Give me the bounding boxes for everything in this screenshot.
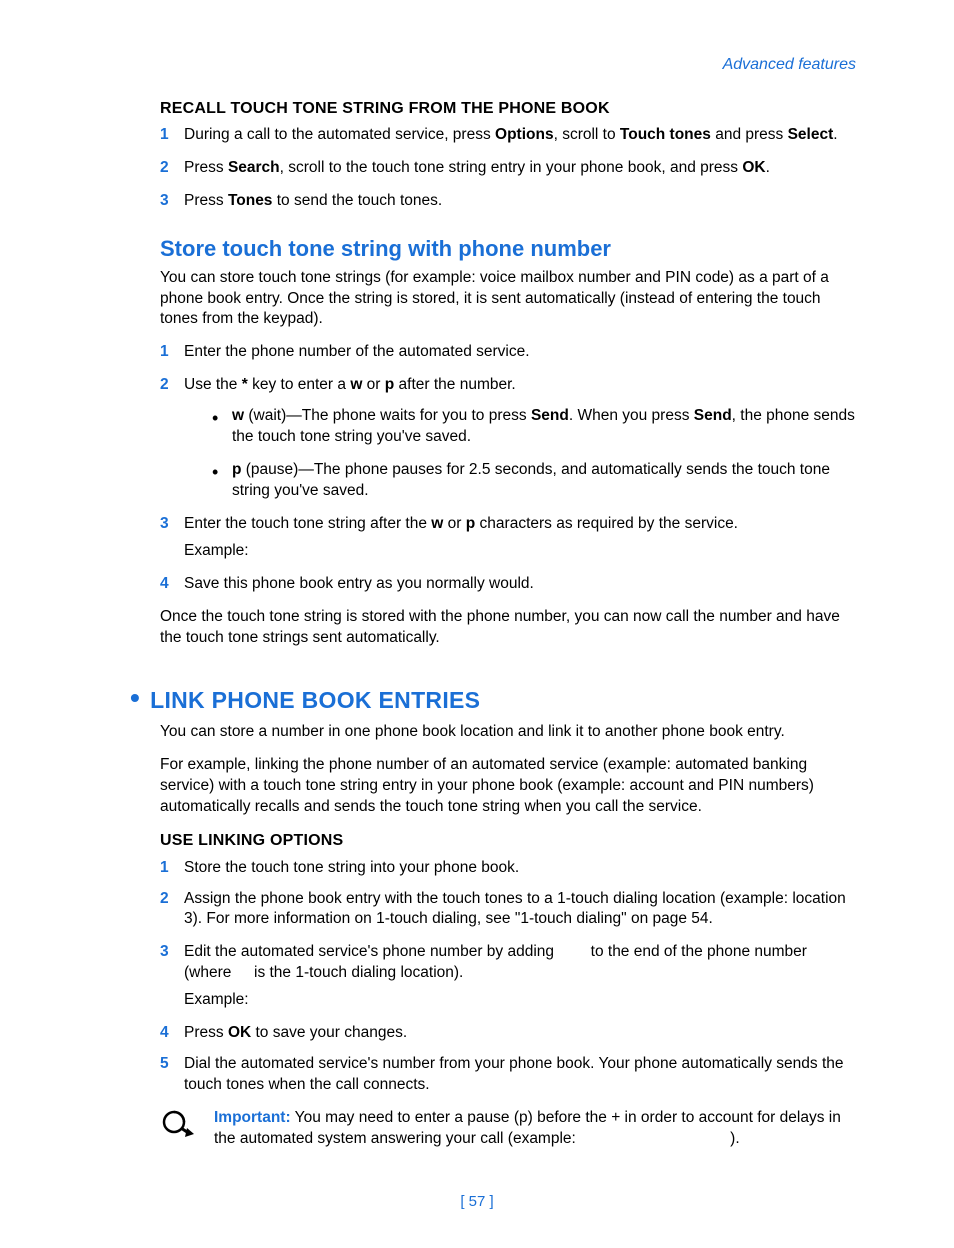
heading-linking-options: USE LINKING OPTIONS [160, 830, 856, 852]
recall-steps: 1 During a call to the automated service… [160, 125, 856, 212]
list-item: w (wait)—The phone waits for you to pres… [212, 406, 856, 448]
important-icon [160, 1108, 214, 1150]
link-steps: 1 Store the touch tone string into your … [160, 858, 856, 1096]
store-intro: You can store touch tone strings (for ex… [160, 268, 856, 331]
example-label: Example: [184, 541, 856, 562]
list-item: 1 Store the touch tone string into your … [160, 858, 856, 879]
list-item: 4 Press OK to save your changes. [160, 1023, 856, 1044]
heading-link: •LINK PHONE BOOK ENTRIES [160, 679, 856, 717]
heading-store: Store touch tone string with phone numbe… [160, 234, 856, 264]
list-item: 2 Press Search, scroll to the touch tone… [160, 158, 856, 179]
list-item: 3 Edit the automated service's phone num… [160, 942, 856, 1011]
list-item: 4 Save this phone book entry as you norm… [160, 574, 856, 595]
store-outro: Once the touch tone string is stored wit… [160, 607, 856, 649]
list-item: p (pause)—The phone pauses for 2.5 secon… [212, 460, 856, 502]
link-intro2: For example, linking the phone number of… [160, 755, 856, 818]
link-intro1: You can store a number in one phone book… [160, 722, 856, 743]
store-steps: 1 Enter the phone number of the automate… [160, 342, 856, 594]
running-header: Advanced features [128, 54, 856, 76]
important-note: Important: You may need to enter a pause… [160, 1108, 856, 1150]
heading-recall: RECALL TOUCH TONE STRING FROM THE PHONE … [160, 98, 856, 120]
list-item: 1 Enter the phone number of the automate… [160, 342, 856, 363]
store-sub-bullets: w (wait)—The phone waits for you to pres… [212, 406, 856, 502]
list-item: 2 Assign the phone book entry with the t… [160, 889, 856, 931]
list-item: 5 Dial the automated service's number fr… [160, 1054, 856, 1096]
important-label: Important: [214, 1109, 291, 1126]
list-item: 3 Enter the touch tone string after the … [160, 514, 856, 562]
page-number: [ 57 ] [0, 1192, 954, 1212]
list-item: 1 During a call to the automated service… [160, 125, 856, 146]
list-item: 3 Press Tones to send the touch tones. [160, 191, 856, 212]
list-item: 2 Use the * key to enter a w or p after … [160, 375, 856, 502]
bullet-icon: • [130, 679, 140, 717]
page: Advanced features RECALL TOUCH TONE STRI… [0, 0, 954, 1248]
example-label: Example: [184, 990, 856, 1011]
